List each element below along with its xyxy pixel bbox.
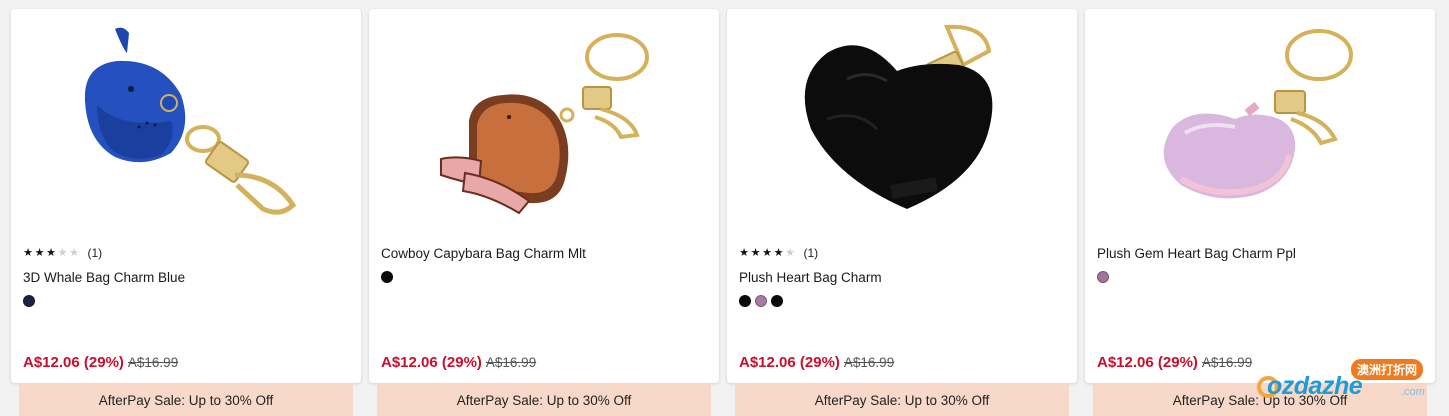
star-icon: ★ [23,247,33,259]
star-rating: ★ ★ ★ ★ ★ (1) [23,245,349,261]
promo-banner[interactable]: AfterPay Sale: Up to 30% Off [19,384,353,416]
product-image[interactable] [11,9,361,237]
product-image[interactable] [369,9,719,237]
product-card-body[interactable]: ★ ★ ★ ★ ★ (1) 3D Whale Bag Charm Blue A$12.06… [11,9,361,383]
product-grid: ★ ★ ★ ★ ★ (1) 3D Whale Bag Charm Blue A$12.06… [11,9,1436,416]
product-name[interactable]: Plush Heart Bag Charm [739,269,1065,287]
original-price: A$16.99 [1201,355,1253,370]
color-swatch[interactable] [381,271,393,283]
color-swatch[interactable] [739,295,751,307]
sale-price: A$12.06 (29%) [739,354,840,371]
star-rating: ★ ★ ★ ★ ★ (1) [739,245,1065,261]
product-card: Plush Gem Heart Bag Charm Ppl A$12.06 (2… [1085,9,1435,416]
sale-price: A$12.06 (29%) [381,354,482,371]
color-swatches [1097,271,1423,283]
product-name[interactable]: Plush Gem Heart Bag Charm Ppl [1097,245,1423,263]
color-swatches [23,295,349,307]
product-name[interactable]: Cowboy Capybara Bag Charm Mlt [381,245,707,263]
original-price: A$16.99 [843,355,895,370]
star-icon: ★ [69,247,79,259]
product-card: ★ ★ ★ ★ ★ (1) Plush Heart Bag Charm A$12.06 (… [727,9,1077,416]
review-count[interactable]: (1) [88,246,103,260]
promo-banner[interactable]: AfterPay Sale: Up to 30% Off [377,384,711,416]
product-card-body[interactable]: ★ ★ ★ ★ ★ (1) Plush Heart Bag Charm A$12.06 (… [727,9,1077,383]
sale-price: A$12.06 (29%) [1097,354,1198,371]
watermark-logo: 澳洲打折网 ozdazhe .com [1257,356,1437,412]
star-icon: ★ [34,247,45,259]
whale-charm-icon [84,27,297,215]
color-swatch[interactable] [755,295,767,307]
price: A$12.06 (29%) A$16.99 [23,354,178,371]
promo-banner[interactable]: AfterPay Sale: Up to 30% Off [735,384,1069,416]
watermark-brand: ozdazhe [1267,372,1363,400]
watermark-suffix: .com [1401,386,1425,398]
price: A$12.06 (29%) A$16.99 [381,354,536,371]
color-swatches [381,271,707,283]
product-card: ★ ★ ★ ★ ★ (1) 3D Whale Bag Charm Blue A$12.06… [11,9,361,416]
product-image[interactable] [1085,9,1435,237]
product-card-body[interactable]: Cowboy Capybara Bag Charm Mlt A$12.06 (2… [369,9,719,383]
star-icon: ★ [739,247,749,259]
price: A$12.06 (29%) A$16.99 [1097,354,1252,371]
product-card-body[interactable]: Plush Gem Heart Bag Charm Ppl A$12.06 (2… [1085,9,1435,383]
capybara-charm-icon [440,33,649,215]
product-image[interactable] [727,9,1077,237]
star-icon: ★ [46,247,56,259]
sale-price: A$12.06 (29%) [23,354,124,371]
star-icon: ★ [762,247,772,259]
review-count[interactable]: (1) [804,246,819,260]
color-swatch[interactable] [1097,271,1109,283]
star-icon: ★ [750,247,761,259]
plush-heart-charm-icon [804,24,993,210]
star-icon: ★ [57,247,68,259]
color-swatch[interactable] [771,295,783,307]
product-card: Cowboy Capybara Bag Charm Mlt A$12.06 (2… [369,9,719,416]
original-price: A$16.99 [127,355,179,370]
color-swatches [739,295,1065,307]
star-icon: ★ [785,247,795,259]
star-icon: ★ [773,247,784,259]
original-price: A$16.99 [485,355,537,370]
product-name[interactable]: 3D Whale Bag Charm Blue [23,269,349,287]
gem-heart-charm-icon [1163,29,1353,199]
price: A$12.06 (29%) A$16.99 [739,354,894,371]
color-swatch[interactable] [23,295,35,307]
